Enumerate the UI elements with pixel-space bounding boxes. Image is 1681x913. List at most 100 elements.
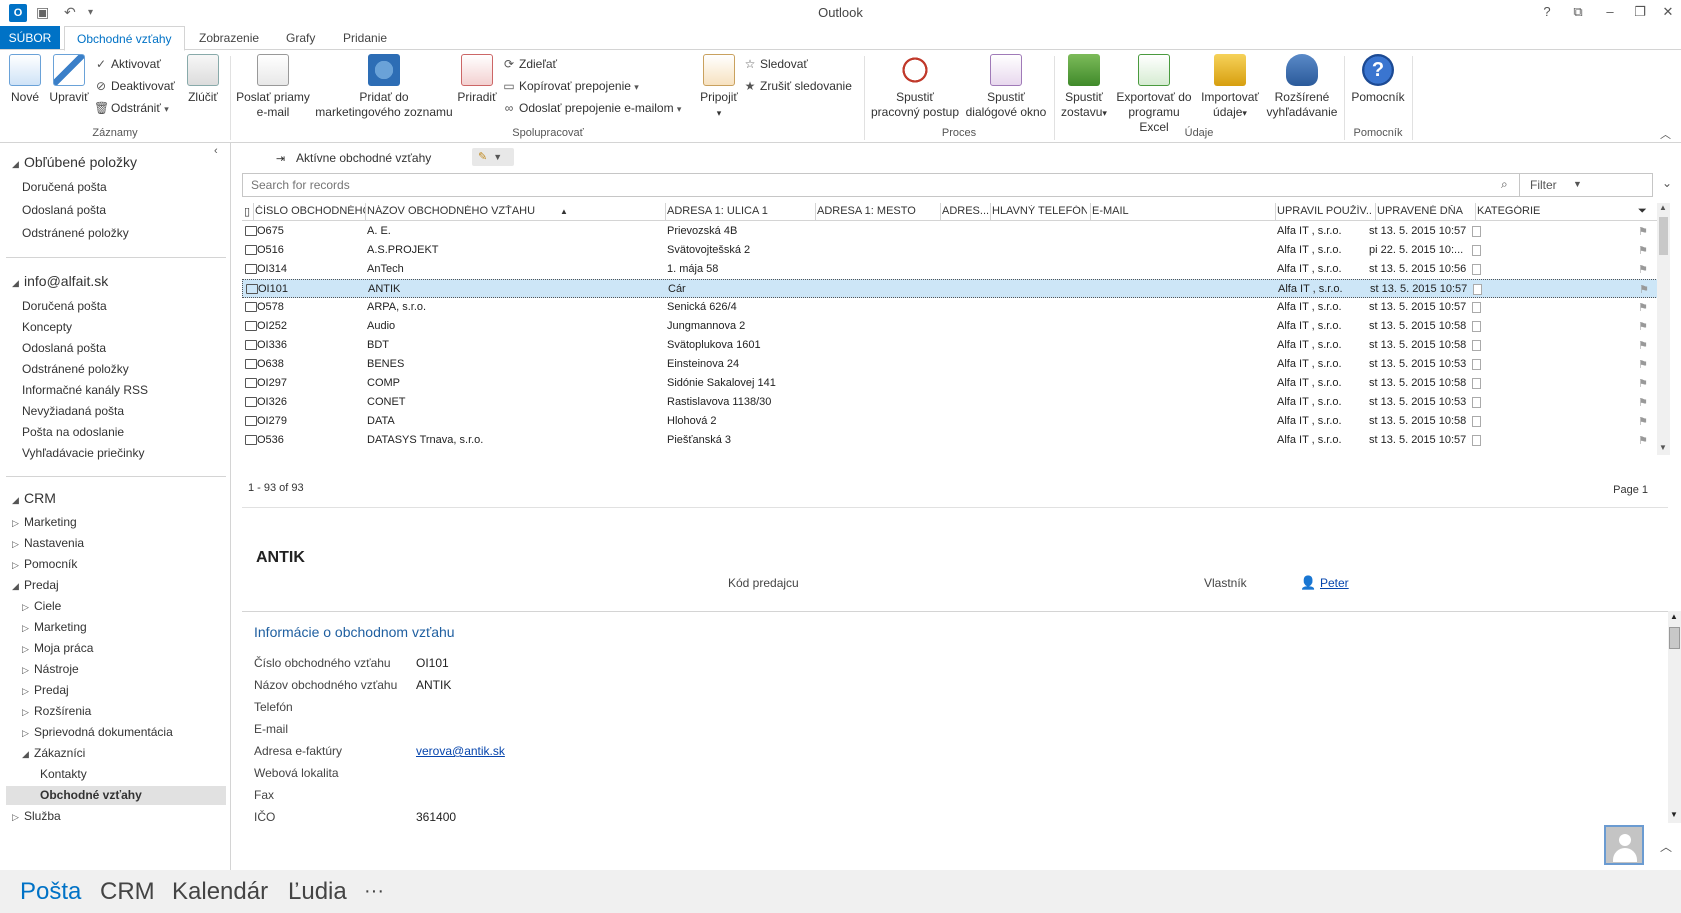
advanced-find-button[interactable]: Rozšírené vyhľadávanie bbox=[1264, 54, 1340, 120]
column-separator[interactable] bbox=[1090, 203, 1091, 221]
field-value-einvoice[interactable]: verova@antik.sk bbox=[416, 744, 505, 758]
table-row[interactable]: O578 ARPA, s.r.o. Senická 626/4 Alfa IT , s… bbox=[242, 298, 1662, 317]
column-header[interactable]: ČÍSLO OBCHODNÉHO... bbox=[255, 205, 365, 217]
table-row[interactable]: O638 BENES Einsteinova 24 Alfa IT , s.r.o. s… bbox=[242, 355, 1662, 374]
field-value-name[interactable]: ANTIK bbox=[416, 678, 451, 692]
edit-button[interactable]: Upraviť bbox=[47, 54, 91, 105]
flag-icon[interactable]: ⚑ bbox=[1638, 415, 1648, 428]
nav-crm-help[interactable]: ▷ Pomocník bbox=[12, 557, 77, 571]
category-checkbox[interactable] bbox=[1472, 416, 1481, 427]
column-separator[interactable] bbox=[665, 203, 666, 221]
delete-button[interactable]: 🗑 Odstrániť ▾ bbox=[94, 98, 169, 118]
nav-favorite-sent[interactable]: Odoslaná pošta bbox=[22, 203, 106, 217]
table-row[interactable]: OI326 CONET Rastislavova 1138/30 Alfa IT , … bbox=[242, 393, 1662, 412]
ribbon-display-icon[interactable]: ⧉ bbox=[1568, 4, 1588, 20]
category-checkbox[interactable] bbox=[1472, 226, 1481, 237]
collapse-ribbon-icon[interactable]: ︿ bbox=[1660, 126, 1671, 142]
column-header[interactable]: NÁZOV OBCHODNÉHO VZŤAHU bbox=[367, 205, 662, 217]
column-header[interactable]: ADRESA 1: ULICA 1 bbox=[667, 205, 812, 217]
column-header[interactable]: UPRAVIL POUŽÍV... bbox=[1277, 205, 1372, 217]
table-row[interactable]: OI252 Audio Jungmannova 2 Alfa IT , s.r.o. s… bbox=[242, 317, 1662, 336]
view-options-button[interactable]: ✎ ▼ bbox=[472, 148, 514, 166]
help-icon[interactable]: ? bbox=[1537, 4, 1557, 19]
flag-icon[interactable]: ⚑ bbox=[1638, 320, 1648, 333]
flag-icon[interactable]: ⚑ bbox=[1639, 283, 1649, 296]
nav-inbox[interactable]: Doručená pošta bbox=[22, 299, 107, 313]
export-excel-button[interactable]: Exportovať do programu Excel bbox=[1112, 54, 1196, 135]
help-button[interactable]: ? Pomocník bbox=[1346, 54, 1410, 105]
share-button[interactable]: ⟳ Zdieľať bbox=[502, 54, 557, 74]
nav-crm-sales[interactable]: ◢ Predaj bbox=[12, 578, 59, 592]
contact-avatar[interactable] bbox=[1604, 825, 1644, 865]
owner-link[interactable]: Peter bbox=[1320, 576, 1349, 590]
nav-sales-sales[interactable]: ▷ Predaj bbox=[22, 683, 69, 697]
column-header[interactable]: UPRAVENÉ DŇA bbox=[1377, 205, 1472, 217]
nav-sent[interactable]: Odoslaná pošta bbox=[22, 341, 106, 355]
assign-button[interactable]: Priradiť bbox=[455, 54, 499, 105]
nav-sales-extensions[interactable]: ▷ Rozšírenia bbox=[22, 704, 91, 718]
table-row[interactable]: OI279 DATA Hlohová 2 Alfa IT , s.r.o. st 13.… bbox=[242, 412, 1662, 431]
column-header[interactable]: ADRES... bbox=[942, 205, 990, 217]
collapse-pane-icon[interactable]: ‹ bbox=[214, 145, 218, 157]
column-header[interactable]: HLAVNÝ TELEFÓN bbox=[992, 205, 1087, 217]
flag-icon[interactable]: ⚑ bbox=[1638, 358, 1648, 371]
expand-people-pane-icon[interactable]: ︿ bbox=[1660, 838, 1672, 855]
category-checkbox[interactable] bbox=[1472, 359, 1481, 370]
flag-icon[interactable]: ⚑ bbox=[1638, 244, 1648, 257]
nav-rss[interactable]: Informačné kanály RSS bbox=[22, 383, 148, 397]
field-value-number[interactable]: OI101 bbox=[416, 656, 449, 670]
table-row[interactable]: OI297 COMP Sidónie Sakalovej 141 Alfa IT , … bbox=[242, 374, 1662, 393]
nav-favorite-deleted[interactable]: Odstránené položky bbox=[22, 226, 129, 240]
column-header[interactable]: ADRESA 1: MESTO bbox=[817, 205, 937, 217]
connect-button[interactable]: Pripojiť ▾ bbox=[697, 54, 741, 121]
nav-junk[interactable]: Nevyžiadaná pošta bbox=[22, 404, 124, 418]
nav-search-folders[interactable]: Vyhľadávacie priečinky bbox=[22, 446, 144, 460]
pin-icon[interactable]: ⇥ bbox=[276, 152, 285, 165]
category-checkbox[interactable] bbox=[1472, 397, 1481, 408]
column-separator[interactable] bbox=[1475, 203, 1476, 221]
nav-crm-marketing[interactable]: ▷ Marketing bbox=[12, 515, 77, 529]
tab-view[interactable]: Zobrazenie bbox=[187, 26, 271, 50]
table-row[interactable]: O516 A.S.PROJEKT Svätovojtešská 2 Alfa IT ,… bbox=[242, 241, 1662, 260]
nav-sales-marketing[interactable]: ▷ Marketing bbox=[22, 620, 87, 634]
follow-button[interactable]: ☆ Sledovať bbox=[743, 54, 808, 74]
run-dialog-button[interactable]: Spustiť dialógové okno bbox=[962, 54, 1050, 120]
merge-button[interactable]: Zlúčiť bbox=[183, 54, 223, 105]
flag-icon[interactable]: ⚑ bbox=[1638, 301, 1648, 314]
column-separator[interactable] bbox=[253, 203, 254, 221]
form-scrollbar[interactable]: ▲ ▼ bbox=[1668, 611, 1681, 823]
nav-crm[interactable]: CRM bbox=[100, 878, 155, 906]
scroll-down-icon[interactable]: ▼ bbox=[1659, 443, 1667, 452]
close-icon[interactable]: ✕ bbox=[1658, 4, 1678, 20]
column-header[interactable]: E-MAIL bbox=[1092, 205, 1272, 217]
nav-more[interactable]: ··· bbox=[364, 880, 384, 903]
scroll-up-icon[interactable]: ▲ bbox=[1670, 612, 1678, 621]
table-row[interactable]: O675 A. E. Prievozská 4B Alfa IT , s.r.o. st… bbox=[242, 222, 1662, 241]
run-report-button[interactable]: Spustiť zostavu▾ bbox=[1056, 54, 1112, 121]
table-row[interactable]: OI336 BDT Svätoplukova 1601 Alfa IT , s.r.o… bbox=[242, 336, 1662, 355]
category-checkbox[interactable] bbox=[1472, 302, 1481, 313]
scroll-thumb[interactable] bbox=[1669, 627, 1680, 649]
column-separator[interactable] bbox=[1275, 203, 1276, 221]
view-selector[interactable]: Aktívne obchodné vzťahy bbox=[296, 151, 431, 165]
nav-crm-settings[interactable]: ▷ Nastavenia bbox=[12, 536, 84, 550]
activate-button[interactable]: ✓ Aktivovať bbox=[94, 54, 161, 74]
category-checkbox[interactable] bbox=[1472, 435, 1481, 446]
category-checkbox[interactable] bbox=[1473, 284, 1482, 295]
tab-charts[interactable]: Grafy bbox=[274, 26, 327, 50]
filter-icon[interactable]: ⏷ bbox=[1638, 205, 1647, 218]
field-value-ico[interactable]: 361400 bbox=[416, 810, 456, 824]
nav-sales-tools[interactable]: ▷ Nástroje bbox=[22, 662, 79, 676]
minimize-icon[interactable]: – bbox=[1600, 4, 1620, 19]
new-button[interactable]: Nové bbox=[6, 54, 44, 105]
nav-deleted[interactable]: Odstránené položky bbox=[22, 362, 129, 376]
column-separator[interactable] bbox=[990, 203, 991, 221]
nav-service[interactable]: ▷ Služba bbox=[12, 809, 61, 823]
copy-link-button[interactable]: ▭ Kopírovať prepojenie ▾ bbox=[502, 76, 638, 96]
nav-calendar[interactable]: Kalendár bbox=[172, 878, 268, 906]
flag-icon[interactable]: ⚑ bbox=[1638, 377, 1648, 390]
run-workflow-button[interactable]: Spustiť pracovný postup bbox=[867, 54, 963, 120]
column-separator[interactable] bbox=[1375, 203, 1376, 221]
chevron-down-icon[interactable]: ▼ bbox=[1573, 179, 1582, 189]
send-direct-email-button[interactable]: Poslať priamy e-mail bbox=[232, 54, 314, 120]
